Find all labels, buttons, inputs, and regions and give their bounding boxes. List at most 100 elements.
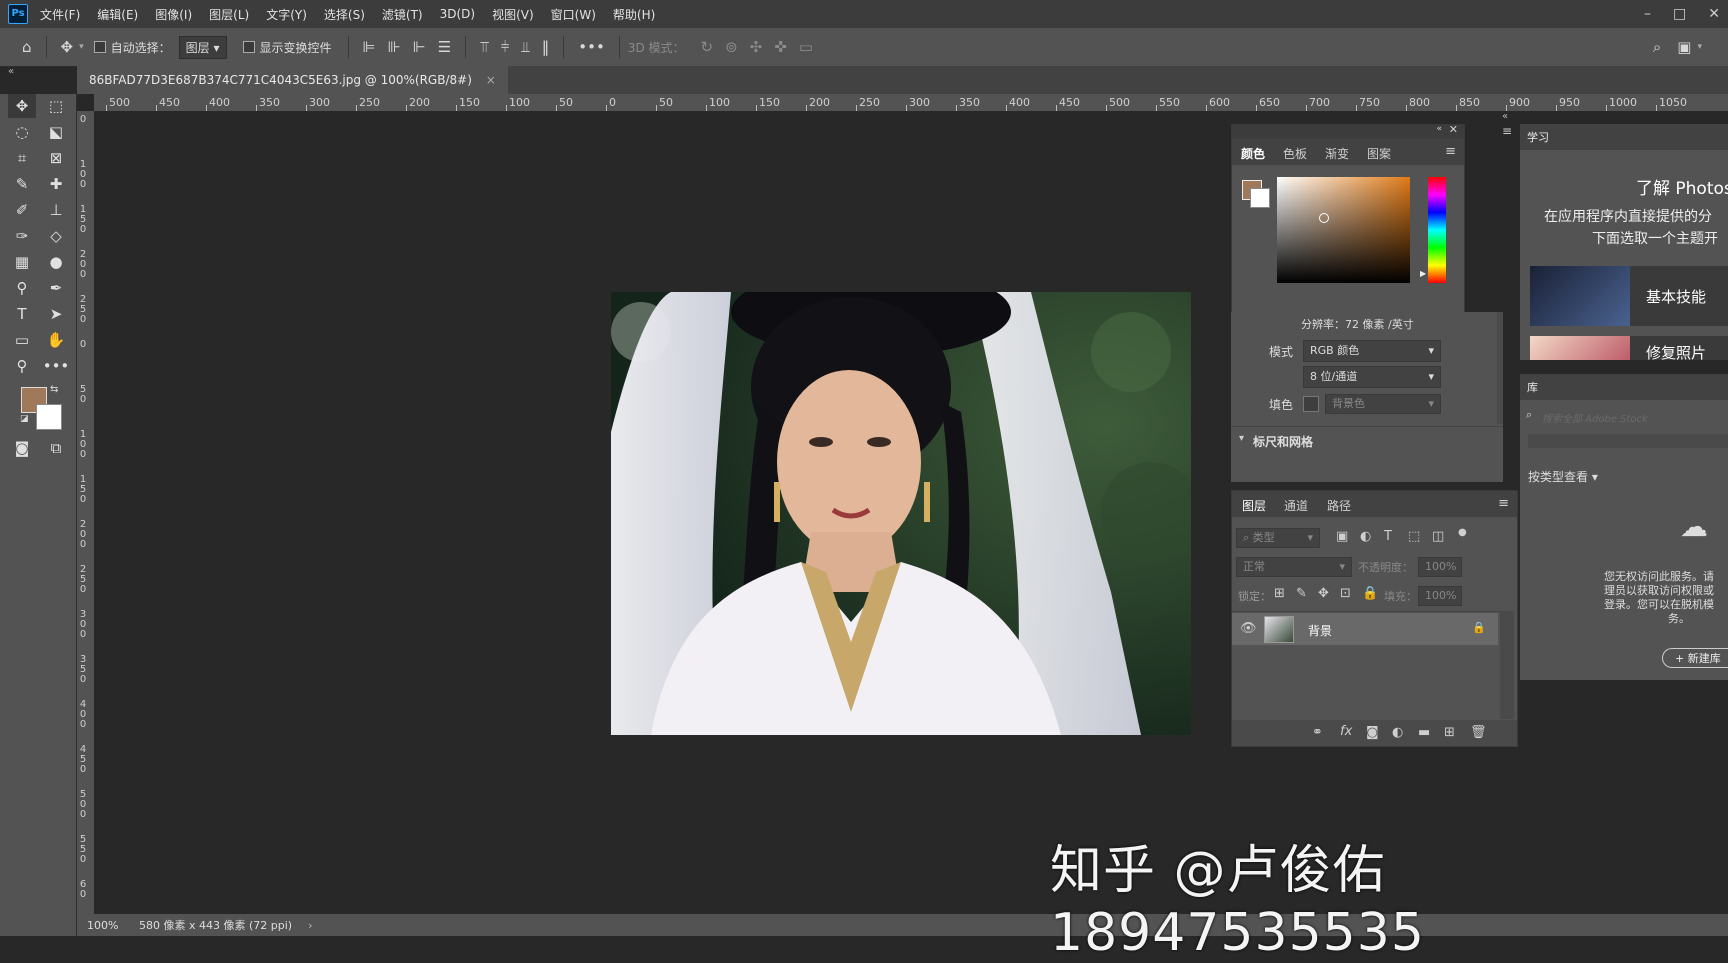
layer-name[interactable]: 背景: [1308, 622, 1332, 639]
lock-position-icon[interactable]: ✥: [1318, 586, 1329, 601]
menu-file[interactable]: 文件(F): [40, 6, 80, 23]
tab-channels[interactable]: 通道: [1284, 497, 1308, 514]
close-window-icon[interactable]: ✕: [1708, 6, 1720, 22]
tab-gradients[interactable]: 渐变: [1325, 145, 1349, 162]
filter-smart-object-icon[interactable]: ◫: [1432, 529, 1444, 544]
brush-tool-icon[interactable]: ✐: [8, 198, 36, 222]
fill-swatch[interactable]: [1303, 396, 1319, 412]
menu-help[interactable]: 帮助(H): [613, 6, 655, 23]
mode-dropdown[interactable]: RGB 颜色 ▾: [1303, 340, 1441, 362]
tab-libraries[interactable]: 库: [1527, 379, 1538, 395]
blur-tool-icon[interactable]: ●: [42, 250, 70, 274]
default-colors-icon[interactable]: ◪: [20, 414, 29, 424]
link-layers-icon[interactable]: ⚭: [1312, 725, 1323, 740]
screen-mode-icon[interactable]: ⧉: [42, 436, 70, 460]
align-right-icon[interactable]: ⊩: [413, 38, 426, 56]
align-middle-icon[interactable]: ⫩: [501, 38, 510, 56]
dodge-tool-icon[interactable]: ⚲: [8, 276, 36, 300]
frame-tool-icon[interactable]: ⊠: [42, 146, 70, 170]
filter-shape-icon[interactable]: ⬚: [1408, 529, 1420, 544]
align-bottom-icon[interactable]: ⫫: [521, 38, 529, 56]
tab-patterns[interactable]: 图案: [1367, 145, 1391, 162]
learn-card-restore-photo[interactable]: 修复照片: [1530, 336, 1728, 360]
blend-mode-dropdown[interactable]: 正常 ▾: [1236, 557, 1352, 577]
auto-select-checkbox[interactable]: [93, 41, 106, 53]
distribute-vertical-icon[interactable]: ‖: [542, 38, 550, 56]
properties-scrollbar[interactable]: [1497, 312, 1503, 424]
layer-row-background[interactable]: 👁 背景 🔒: [1232, 613, 1498, 645]
zoom-level[interactable]: 100%: [87, 919, 135, 932]
swap-colors-icon[interactable]: ⇆: [50, 384, 58, 395]
lock-all-icon[interactable]: 🔒: [1362, 586, 1378, 601]
gradient-tool-icon[interactable]: ▦: [8, 250, 36, 274]
status-menu-arrow-icon[interactable]: ›: [308, 919, 312, 932]
background-color-swatch[interactable]: [36, 404, 62, 430]
filter-adjustment-icon[interactable]: ◐: [1360, 529, 1371, 544]
home-icon[interactable]: ⌂: [22, 38, 32, 56]
auto-select-dropdown[interactable]: 图层 ▾: [178, 35, 227, 59]
opacity-input[interactable]: 100%: [1418, 557, 1462, 577]
menu-image[interactable]: 图像(I): [155, 6, 192, 23]
tab-layers[interactable]: 图层: [1242, 497, 1266, 514]
history-brush-icon[interactable]: ✑: [8, 224, 36, 248]
move-tool-icon[interactable]: ✥: [61, 38, 74, 56]
collapse-toolbar-icon[interactable]: «: [8, 66, 14, 77]
panel-menu-icon[interactable]: ≡: [1445, 144, 1456, 159]
color-picker-cursor[interactable]: [1319, 213, 1329, 223]
bit-depth-dropdown[interactable]: 8 位/通道 ▾: [1303, 366, 1441, 388]
more-tools-icon[interactable]: •••: [42, 354, 70, 378]
learn-card-basic-skills[interactable]: 基本技能: [1530, 266, 1728, 326]
properties-menu-icon[interactable]: ≡: [1502, 124, 1516, 146]
menu-type[interactable]: 文字(Y): [266, 6, 307, 23]
section-chevron-icon[interactable]: ▾: [1239, 433, 1244, 444]
add-mask-icon[interactable]: ◙: [1366, 725, 1379, 740]
object-select-icon[interactable]: ⬕: [42, 120, 70, 144]
hue-slider[interactable]: [1428, 177, 1446, 283]
new-library-button[interactable]: + 新建库: [1662, 648, 1728, 668]
new-group-icon[interactable]: ▬: [1418, 725, 1430, 740]
more-options-icon[interactable]: •••: [578, 38, 605, 56]
quick-mask-icon[interactable]: ◙: [8, 436, 36, 460]
drag-3d-icon[interactable]: ✣: [750, 38, 763, 56]
zoom-tool-icon[interactable]: ⚲: [8, 354, 36, 378]
maximize-icon[interactable]: □: [1673, 6, 1686, 22]
eyedropper-icon[interactable]: ✎: [8, 172, 36, 196]
layers-scrollbar[interactable]: [1500, 611, 1514, 719]
orbit-3d-icon[interactable]: ↻: [701, 38, 714, 56]
fx-icon[interactable]: fx: [1340, 724, 1352, 739]
library-search[interactable]: ⌕ 搜索全部 Adobe Stock: [1524, 408, 1728, 426]
tab-learn[interactable]: 学习: [1527, 129, 1549, 145]
document-tab[interactable]: 86BFAD77D3E687B374C771C4043C5E63.jpg @ 1…: [77, 66, 508, 94]
menu-window[interactable]: 窗口(W): [551, 6, 596, 23]
distribute-icon[interactable]: ☰: [438, 38, 451, 56]
menu-select[interactable]: 选择(S): [324, 6, 365, 23]
move-tool-icon[interactable]: ✥: [8, 94, 36, 118]
rulers-grid-section[interactable]: 标尺和网格: [1253, 433, 1313, 450]
delete-layer-icon[interactable]: 🗑: [1470, 725, 1487, 740]
menu-layer[interactable]: 图层(L): [209, 6, 249, 23]
close-tab-icon[interactable]: ×: [486, 73, 496, 87]
roll-3d-icon[interactable]: ⊚: [725, 38, 738, 56]
lock-artboard-icon[interactable]: ⊡: [1340, 586, 1351, 601]
layer-lock-icon[interactable]: 🔒: [1472, 621, 1486, 634]
filter-type-icon[interactable]: T: [1384, 529, 1392, 544]
align-top-icon[interactable]: ⫪: [480, 38, 488, 56]
color-panel-bg-swatch[interactable]: [1250, 188, 1270, 208]
align-center-icon[interactable]: ⊪: [388, 38, 401, 56]
collapse-panel-icon[interactable]: «: [1436, 124, 1442, 134]
chevron-down-icon[interactable]: ▾: [1697, 42, 1702, 52]
path-select-icon[interactable]: ➤: [42, 302, 70, 326]
menu-view[interactable]: 视图(V): [492, 6, 534, 23]
eye-visibility-icon[interactable]: 👁: [1240, 621, 1257, 636]
search-icon[interactable]: ⌕: [1653, 38, 1661, 56]
lock-pixels-icon[interactable]: ✎: [1296, 586, 1307, 601]
menu-3d[interactable]: 3D(D): [440, 7, 475, 21]
lasso-tool-icon[interactable]: ◌: [8, 120, 36, 144]
healing-brush-icon[interactable]: ✚: [42, 172, 70, 196]
layer-filter-dropdown[interactable]: ⌕ 类型 ▾: [1236, 528, 1320, 548]
tab-color[interactable]: 颜色: [1241, 145, 1265, 162]
collapse-dock-icon[interactable]: «: [1502, 111, 1508, 122]
tab-paths[interactable]: 路径: [1327, 497, 1351, 514]
menu-edit[interactable]: 编辑(E): [97, 6, 138, 23]
adjustment-layer-icon[interactable]: ◐: [1392, 725, 1403, 740]
